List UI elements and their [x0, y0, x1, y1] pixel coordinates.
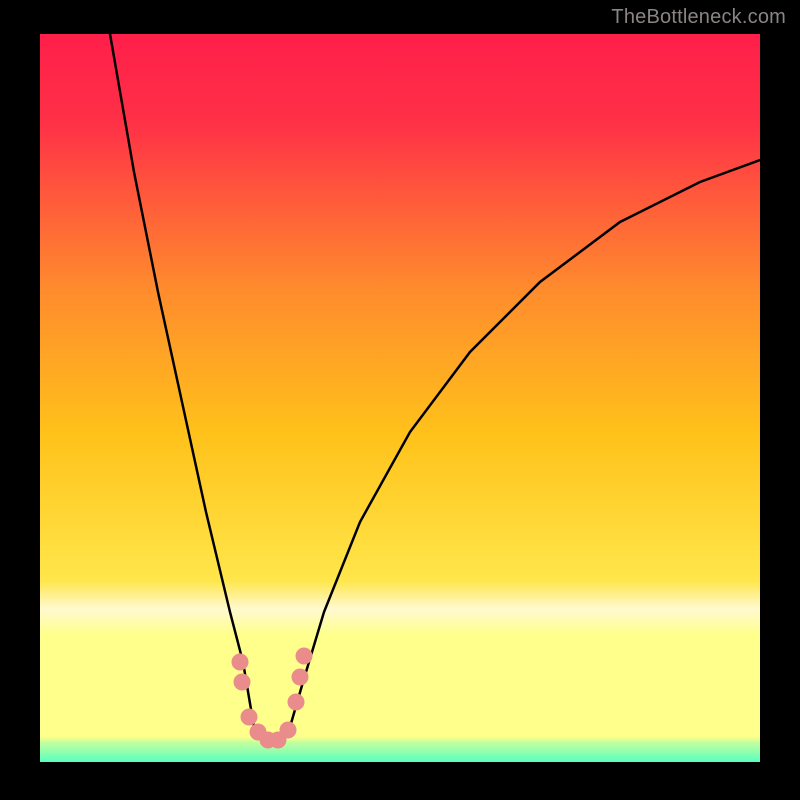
- data-point-marker: [296, 648, 313, 665]
- watermark-text: TheBottleneck.com: [611, 6, 786, 29]
- gradient-background: [40, 34, 760, 762]
- chart-svg: [40, 34, 760, 762]
- chart-plot-area: [40, 34, 760, 762]
- data-point-marker: [241, 709, 258, 726]
- data-point-marker: [280, 722, 297, 739]
- data-point-marker: [232, 654, 249, 671]
- data-point-marker: [288, 694, 305, 711]
- data-point-marker: [234, 674, 251, 691]
- data-point-marker: [292, 669, 309, 686]
